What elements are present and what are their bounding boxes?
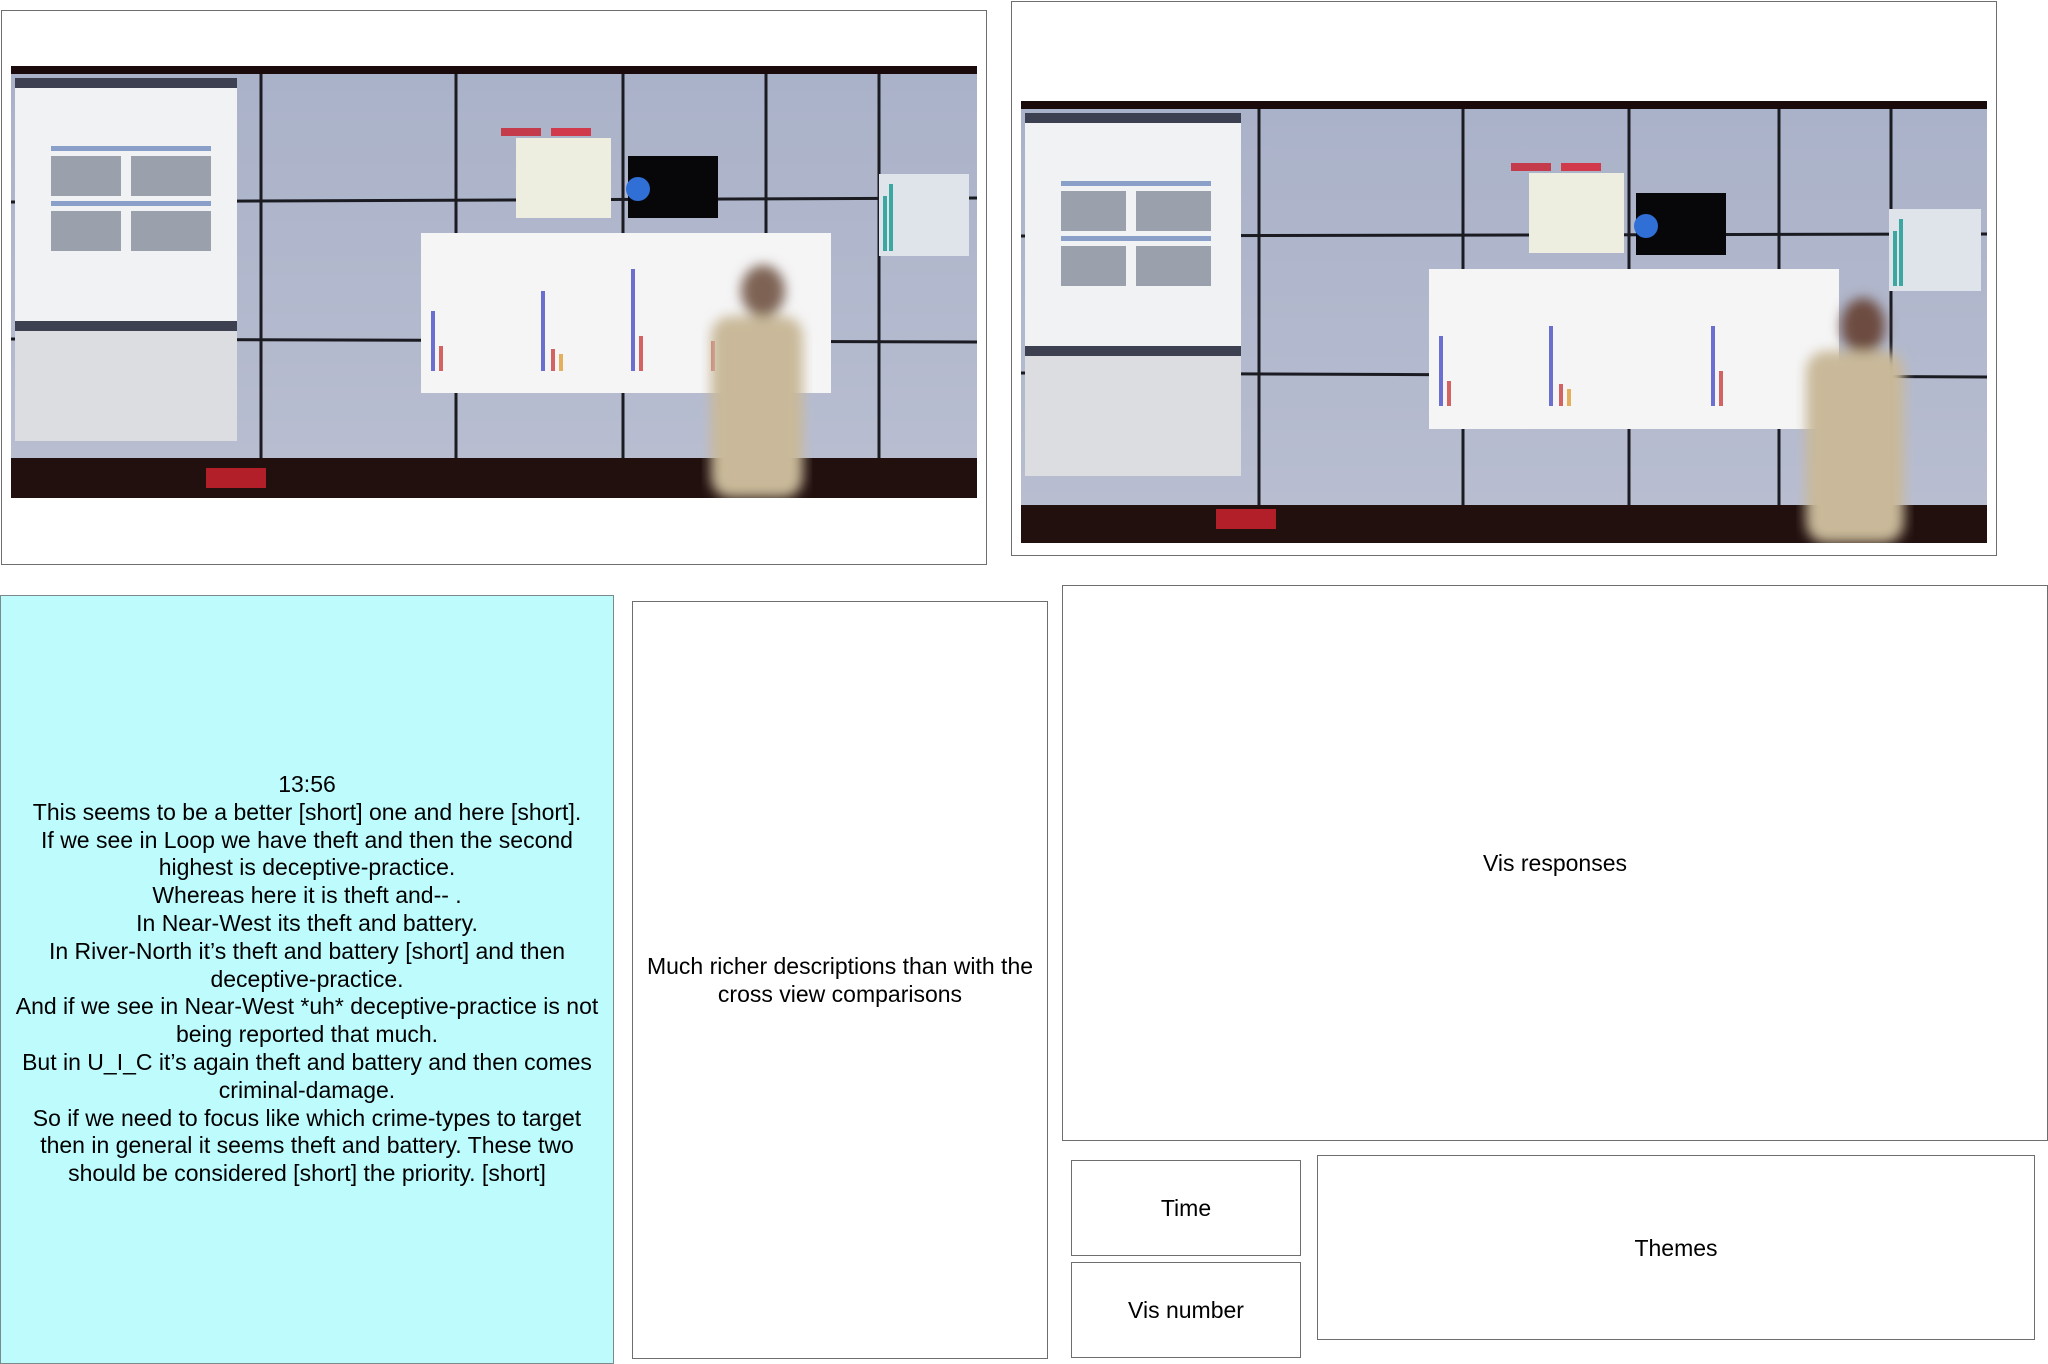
display-wall-photo-right — [1021, 101, 1987, 543]
transcript-line: But in U_I_C it’s again theft and batter… — [22, 1048, 592, 1103]
vis-number-panel: Vis number — [1071, 1262, 1301, 1358]
description-panel: Much richer descriptions than with the c… — [632, 601, 1048, 1359]
transcript-line: And if we see in Near-West *uh* deceptiv… — [15, 993, 599, 1048]
time-label: Time — [1160, 1195, 1212, 1221]
vis-responses-panel: Vis responses — [1062, 585, 2048, 1141]
transcript-line: In Near-West its theft and battery. — [136, 910, 478, 936]
vis-responses-label: Vis responses — [1482, 850, 1628, 876]
transcript-panel: 13:56 This seems to be a better [short] … — [0, 595, 614, 1364]
transcript-line: In River-North it’s theft and battery [s… — [48, 937, 566, 992]
display-wall-image — [1021, 101, 1987, 543]
display-wall-image — [11, 66, 977, 498]
transcript-line: Whereas here it is theft and-- . — [152, 882, 462, 909]
photo-frame-right — [1011, 1, 1997, 556]
time-panel: Time — [1071, 1160, 1301, 1256]
vis-number-label: Vis number — [1128, 1297, 1244, 1323]
description-text: Much richer descriptions than with the c… — [646, 953, 1034, 1007]
display-wall-photo-left — [11, 66, 977, 498]
themes-label: Themes — [1634, 1234, 1718, 1261]
transcript-line: This seems to be a better [short] one an… — [32, 798, 582, 825]
themes-panel: Themes — [1317, 1155, 2035, 1340]
transcript-time: 13:56 — [278, 771, 336, 798]
transcript-line: So if we need to focus like which crime-… — [32, 1104, 582, 1187]
photo-frame-left — [1, 10, 987, 565]
transcript-line: If we see in Loop we have theft and then… — [41, 826, 573, 881]
